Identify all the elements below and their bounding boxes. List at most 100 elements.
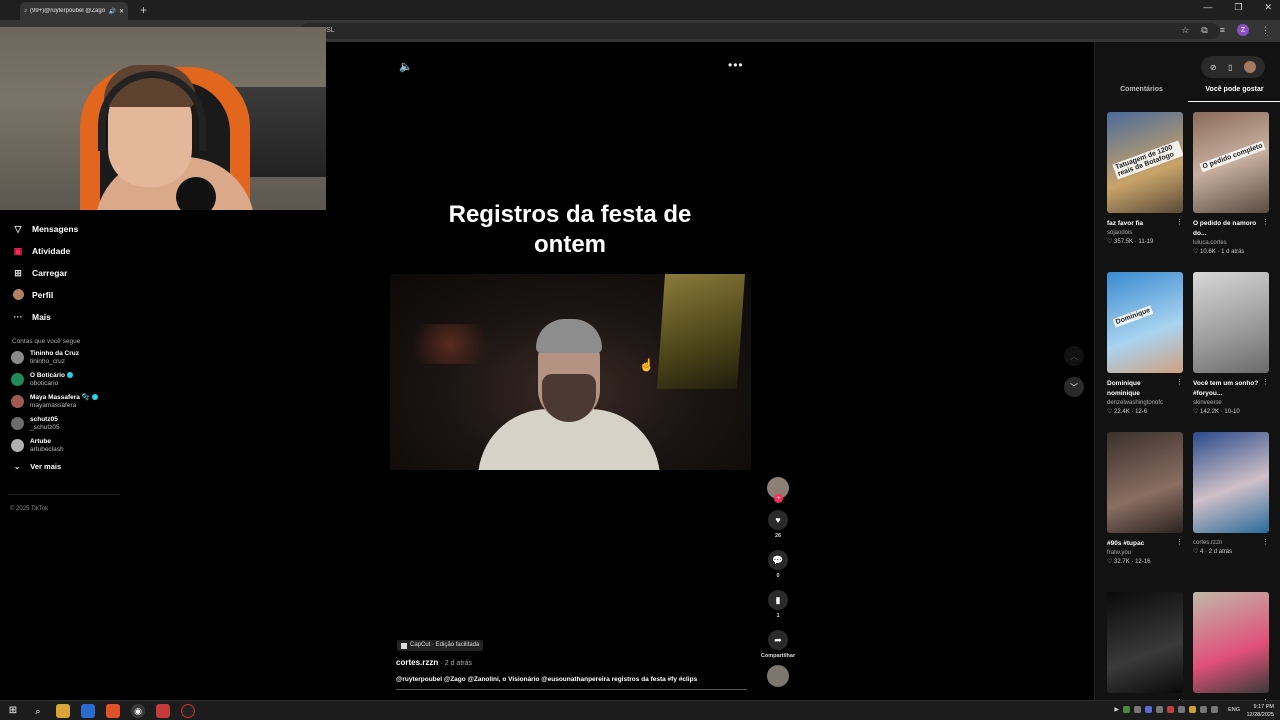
like-button[interactable]: ♥ bbox=[768, 510, 788, 530]
more-options-icon[interactable]: ••• bbox=[728, 58, 744, 72]
sidebar-item-perfil[interactable]: Perfil bbox=[0, 284, 130, 306]
bookmark-star-icon[interactable]: ☆ bbox=[1181, 25, 1189, 36]
card-author: cortes.rzzn bbox=[1193, 540, 1223, 546]
minimize-icon[interactable]: — bbox=[1203, 2, 1212, 13]
sidebar-item-atividade[interactable]: ▣ Atividade bbox=[0, 240, 130, 262]
card-author: skinveerse bbox=[1193, 400, 1222, 406]
card-title: Você tem um sonho? #foryou... bbox=[1193, 380, 1259, 397]
windows-start-icon[interactable]: ⊞ bbox=[6, 704, 20, 718]
chrome-icon[interactable]: ◉ bbox=[131, 704, 145, 718]
sidebar-divider bbox=[8, 494, 120, 495]
extensions-icon[interactable]: ⧉ bbox=[1201, 25, 1207, 36]
heart-outline-icon: ♡ bbox=[1107, 409, 1115, 415]
next-video-avatar[interactable] bbox=[767, 665, 789, 687]
video-thumbnail[interactable] bbox=[1107, 592, 1183, 693]
share-button[interactable]: ➦ bbox=[768, 630, 788, 650]
tray-app-icon[interactable] bbox=[1189, 706, 1196, 713]
recommended-video-card[interactable]: Tatuagem de 1200 reais de Botafogo faz fa… bbox=[1107, 112, 1183, 272]
wifi-icon[interactable] bbox=[1200, 706, 1207, 713]
tray-app-icon[interactable] bbox=[1156, 706, 1163, 713]
tray-app-icon[interactable] bbox=[1178, 706, 1185, 713]
recommended-video-card[interactable]: O pedido completo O pedido de namoro do..… bbox=[1193, 112, 1269, 272]
new-tab-button[interactable]: + bbox=[140, 3, 147, 17]
post-date: 2 d atrás bbox=[1208, 549, 1233, 555]
video-thumbnail[interactable]: O pedido completo bbox=[1193, 112, 1269, 213]
volume-icon[interactable] bbox=[1211, 706, 1218, 713]
card-author: denzelwashingtonofc bbox=[1107, 400, 1164, 406]
see-more-button[interactable]: ⌄ Ver mais bbox=[0, 462, 130, 471]
card-more-icon[interactable]: ⋮ bbox=[1176, 378, 1183, 386]
card-stats: ♡ 357.5K · 11-19 bbox=[1107, 238, 1183, 245]
following-account[interactable]: Tininho da Cruz tininho_cruz bbox=[0, 350, 130, 372]
video-thumbnail[interactable] bbox=[1107, 432, 1183, 533]
verified-badge-icon bbox=[91, 394, 98, 401]
tray-app-icon[interactable] bbox=[1167, 706, 1174, 713]
card-more-icon[interactable]: ⋮ bbox=[1176, 218, 1183, 226]
close-window-icon[interactable]: ✕ bbox=[1264, 2, 1272, 13]
following-account[interactable]: Maya Massafera 🫧 mayamassafera bbox=[0, 394, 130, 416]
system-tray: ▶ bbox=[1114, 706, 1218, 713]
video-thumbnail[interactable] bbox=[1193, 272, 1269, 373]
language-indicator[interactable]: ENG bbox=[1228, 707, 1240, 713]
previous-video-button[interactable]: ︿ bbox=[1064, 346, 1084, 366]
following-account[interactable]: O Boticário oboticario bbox=[0, 372, 130, 394]
phone-icon[interactable]: ▯ bbox=[1228, 63, 1232, 72]
browser-tabstrip: ♪ (99+)@ruyterpoubel @Zago 🔊 ✕ + — ❐ ✕ bbox=[0, 0, 1280, 20]
tray-app-icon[interactable] bbox=[1134, 706, 1141, 713]
browser-tab[interactable]: ♪ (99+)@ruyterpoubel @Zago 🔊 ✕ bbox=[20, 2, 128, 20]
card-more-icon[interactable]: ⋮ bbox=[1262, 218, 1269, 226]
card-more-icon[interactable]: ⋮ bbox=[1262, 378, 1269, 386]
store-icon[interactable] bbox=[81, 704, 95, 718]
account-handle: mayamassafera bbox=[30, 402, 77, 409]
like-count: 32.7K bbox=[1114, 559, 1130, 565]
following-account[interactable]: schutz05 _schutz05 bbox=[0, 416, 130, 438]
profile-avatar[interactable]: Z bbox=[1237, 24, 1249, 36]
address-bar[interactable]: SL bbox=[300, 23, 1220, 39]
obs-icon[interactable] bbox=[181, 704, 195, 718]
app-icon[interactable] bbox=[156, 704, 170, 718]
user-avatar[interactable] bbox=[1244, 61, 1257, 73]
card-more-icon[interactable]: ⋮ bbox=[1176, 538, 1183, 546]
tray-arrow-icon[interactable]: ▶ bbox=[1114, 706, 1119, 713]
tab-comentarios[interactable]: Comentários bbox=[1095, 86, 1188, 102]
tray-app-icon[interactable] bbox=[1123, 706, 1130, 713]
clock[interactable]: 9:17 PM 12/28/2025 bbox=[1246, 703, 1274, 719]
recommended-video-card[interactable]: ⋮ cortes.rzzn ♡ 4 · 2 d atrás bbox=[1193, 432, 1269, 592]
video-thumbnail[interactable] bbox=[1193, 592, 1269, 693]
recommended-video-card[interactable]: Dominique Dominique nominique ⋮ denzelwashi… bbox=[1107, 272, 1183, 432]
card-more-icon[interactable]: ⋮ bbox=[1262, 538, 1269, 546]
video-thumbnail[interactable] bbox=[1193, 432, 1269, 533]
following-account[interactable]: Artube artubeclash bbox=[0, 438, 130, 460]
follow-plus-icon[interactable]: + bbox=[774, 494, 783, 503]
search-icon[interactable]: ⌕ bbox=[31, 704, 45, 718]
file-explorer-icon[interactable] bbox=[56, 704, 70, 718]
volume-icon[interactable]: 🔈 bbox=[399, 60, 413, 73]
tab-voce-pode-gostar[interactable]: Você pode gostar bbox=[1188, 86, 1280, 102]
compass-icon[interactable]: ⊘ bbox=[1210, 63, 1217, 72]
windows-taskbar: ⊞ ⌕ ◉ ▶ ENG 9:17 PM 12/28/2025 bbox=[0, 700, 1280, 720]
sidebar-item-carregar[interactable]: ⊞ Carregar bbox=[0, 262, 130, 284]
recommended-video-card[interactable]: #90s #tupac ⋮ fratw.you ♡ 32.7K · 12-16 bbox=[1107, 432, 1183, 592]
speaker-icon: 🔊 bbox=[108, 8, 116, 15]
menu-icon[interactable]: ⋮ bbox=[1261, 25, 1270, 36]
media-icon[interactable]: ≡ bbox=[1220, 25, 1225, 35]
video-player[interactable] bbox=[390, 274, 751, 470]
tray-app-icon[interactable] bbox=[1145, 706, 1152, 713]
next-video-button[interactable]: ﹀ bbox=[1064, 377, 1084, 397]
video-thumbnail[interactable]: Dominique bbox=[1107, 272, 1183, 373]
author-name[interactable]: cortes.rzzn bbox=[396, 658, 438, 667]
comment-button[interactable]: 💬 bbox=[768, 550, 788, 570]
brave-icon[interactable] bbox=[106, 704, 120, 718]
close-tab-icon[interactable]: ✕ bbox=[119, 8, 124, 15]
creator-avatar[interactable]: + bbox=[767, 477, 789, 503]
video-progress-bar[interactable] bbox=[396, 689, 747, 690]
sidebar-item-mensagens[interactable]: ▽ Mensagens bbox=[0, 218, 130, 240]
video-thumbnail[interactable]: Tatuagem de 1200 reais de Botafogo bbox=[1107, 112, 1183, 213]
capcut-badge[interactable]: CapCut · Edição facilitada bbox=[397, 640, 484, 651]
action-column: + ♥ 26 💬 0 ▮ 1 ➦ Compartilhar bbox=[761, 477, 795, 687]
save-button[interactable]: ▮ bbox=[768, 590, 788, 610]
sidebar-item-mais[interactable]: ··· Mais bbox=[0, 306, 130, 328]
maximize-icon[interactable]: ❐ bbox=[1234, 2, 1242, 13]
video-description: @ruyterpoubel @Zago @Zanolini, o Visioná… bbox=[396, 676, 698, 683]
recommended-video-card[interactable]: Você tem um sonho? #foryou... ⋮ skinveerse… bbox=[1193, 272, 1269, 432]
